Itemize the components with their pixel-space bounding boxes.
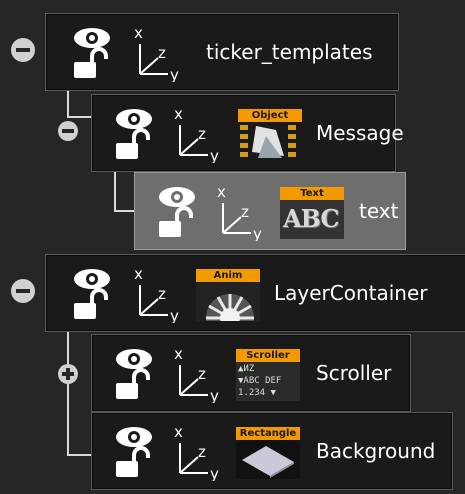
tree-node-text[interactable]: x z y Text ABC text <box>134 172 406 250</box>
object-thumbnail: Object <box>238 109 302 161</box>
tree-connector <box>67 454 91 456</box>
tree-node-scroller[interactable]: x z y Scroller ▲ИZ ▼ABC DEF 1.234 ▼ Scro… <box>91 334 411 412</box>
object-preview-icon <box>238 122 302 161</box>
svg-text:y: y <box>170 66 179 82</box>
node-label: LayerContainer <box>274 281 428 305</box>
lock-open-icon <box>116 128 150 159</box>
svg-text:y: y <box>210 465 219 481</box>
node-label: Message <box>316 121 404 145</box>
lock-open-icon <box>116 446 150 477</box>
scene-tree: x z y ticker_templates x z y Object Mess… <box>0 0 465 494</box>
abc-preview: ABC <box>280 200 344 239</box>
svg-text:x: x <box>174 345 183 363</box>
text-thumbnail: Text ABC <box>280 187 344 239</box>
node-label: Scroller <box>316 361 392 385</box>
thumb-label: Rectangle <box>236 427 300 440</box>
svg-text:z: z <box>158 44 166 62</box>
axis-icon: x z y <box>174 105 219 163</box>
expand-icon[interactable] <box>58 364 78 384</box>
axis-icon: x z y <box>174 345 219 403</box>
lock-open-icon <box>116 368 150 399</box>
rectangle-thumbnail: Rectangle <box>236 427 300 479</box>
eye-lock-icon[interactable] <box>72 26 112 80</box>
scroller-preview: ▲ИZ ▼ABC DEF 1.234 ▼ <box>236 362 300 401</box>
svg-text:z: z <box>158 285 166 303</box>
svg-text:z: z <box>198 125 206 143</box>
svg-text:z: z <box>198 443 206 461</box>
tree-node-background[interactable]: x z y Rectangle Background <box>91 412 453 490</box>
node-label: text <box>359 199 399 223</box>
collapse-icon[interactable] <box>11 279 35 303</box>
svg-text:y: y <box>210 387 219 403</box>
thumb-label: Scroller <box>236 349 300 362</box>
collapse-icon[interactable] <box>11 38 35 62</box>
eye-icon <box>116 109 152 129</box>
lock-open-icon <box>74 47 108 78</box>
collapse-icon[interactable] <box>58 121 78 141</box>
eye-icon <box>159 187 195 207</box>
tree-connector <box>114 210 134 212</box>
node-label: Background <box>316 439 436 463</box>
thumb-label: Anim <box>196 269 260 282</box>
eye-lock-icon[interactable] <box>114 107 154 161</box>
scroller-line: ▼ABC DEF <box>238 376 282 386</box>
thumb-label: Text <box>280 187 344 200</box>
node-label: ticker_templates <box>206 40 373 64</box>
eye-icon <box>116 427 152 447</box>
axis-icon: x z y <box>174 423 219 481</box>
axis-icon: x z y <box>134 24 179 82</box>
svg-text:x: x <box>217 183 226 201</box>
tree-connector <box>67 116 91 118</box>
rectangle-preview-icon <box>236 440 300 479</box>
svg-text:x: x <box>134 24 143 42</box>
anim-preview-icon <box>196 282 260 321</box>
svg-text:y: y <box>170 307 179 323</box>
svg-text:y: y <box>253 225 262 241</box>
svg-text:x: x <box>134 265 143 283</box>
anim-thumbnail: Anim <box>196 269 260 321</box>
eye-lock-icon[interactable] <box>157 185 197 239</box>
tree-node-layercontainer[interactable]: x z y Anim LayerContainer <box>45 254 465 332</box>
scroller-thumbnail: Scroller ▲ИZ ▼ABC DEF 1.234 ▼ <box>236 349 300 401</box>
svg-text:z: z <box>241 203 249 221</box>
svg-text:y: y <box>210 147 219 163</box>
axis-icon: x z y <box>134 265 179 323</box>
tree-connector <box>114 168 116 212</box>
tree-connector <box>67 90 69 118</box>
tree-node-ticker-templates[interactable]: x z y ticker_templates <box>45 13 399 91</box>
svg-text:z: z <box>198 365 206 383</box>
eye-lock-icon[interactable] <box>114 347 154 401</box>
scroller-line: ▲ИZ <box>238 364 255 374</box>
svg-text:x: x <box>174 423 183 441</box>
axis-icon: x z y <box>217 183 262 241</box>
eye-icon <box>74 28 110 48</box>
lock-open-icon <box>74 288 108 319</box>
svg-text:x: x <box>174 105 183 123</box>
abc-text: ABC <box>283 204 339 233</box>
eye-lock-icon[interactable] <box>114 425 154 479</box>
eye-lock-icon[interactable] <box>72 267 112 321</box>
eye-icon <box>116 349 152 369</box>
scroller-line: 1.234 ▼ <box>238 388 276 398</box>
eye-icon <box>74 269 110 289</box>
lock-open-icon <box>159 206 193 237</box>
thumb-label: Object <box>238 109 302 122</box>
tree-node-message[interactable]: x z y Object Message <box>91 94 404 172</box>
tree-connector <box>67 330 69 456</box>
